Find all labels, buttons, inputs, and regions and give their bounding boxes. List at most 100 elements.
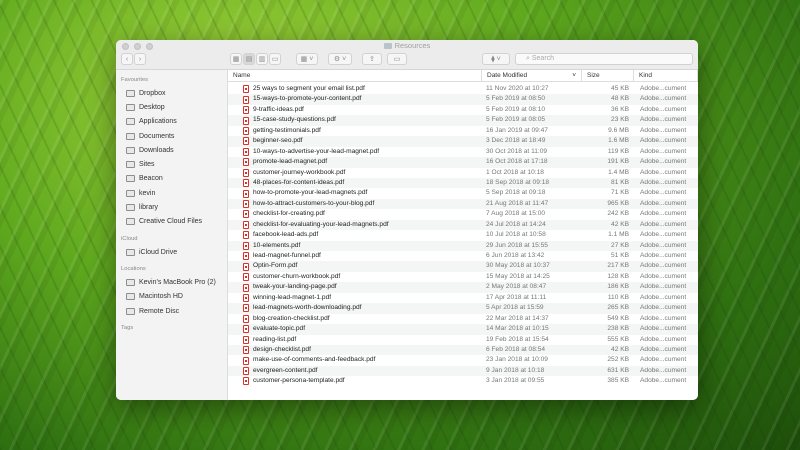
file-name-cell: facebook-lead-ads.pdf (228, 230, 482, 240)
file-row[interactable]: customer-persona-template.pdf 3 Jan 2018 … (228, 376, 698, 386)
file-name-cell: evergreen-content.pdf (228, 366, 482, 376)
date-modified: 18 Sep 2018 at 09:18 (486, 178, 550, 186)
file-row[interactable]: make-use-of-comments-and-feedback.pdf 23 … (228, 355, 698, 365)
file-row[interactable]: beginner-seo.pdf 3 Dec 2018 at 18:49 1.6 M… (228, 136, 698, 147)
file-row[interactable]: checklist-for-evaluating-your-lead-magne… (228, 219, 698, 231)
file-row[interactable]: evaluate-topic.pdf 14 Mar 2018 at 10:15 23… (228, 324, 698, 335)
file-row[interactable]: reading-list.pdf 19 Feb 2018 at 15:54 555 … (228, 335, 698, 345)
file-size: 71 KB (611, 189, 629, 197)
file-row[interactable]: winning-lead-magnet-1.pdf 17 Apr 2018 at … (228, 293, 698, 303)
file-row[interactable]: evergreen-content.pdf 9 Jan 2018 at 10:18… (228, 365, 698, 377)
file-name-cell: how-to-attract-customers-to-your-blog.pd… (228, 199, 482, 209)
file-row[interactable]: 9-traffic-ideas.pdf 5 Feb 2019 at 08:10 36… (228, 105, 698, 115)
column-view-button[interactable]: ▥ (256, 53, 268, 65)
file-row[interactable]: 10-ways-to-advertise-your-lead-magnet.pd… (228, 147, 698, 157)
file-name-cell: beginner-seo.pdf (228, 136, 482, 146)
tags-button[interactable]: ▭ (387, 53, 407, 65)
file-row[interactable]: 10-elements.pdf 29 Jun 2018 at 15:55 27 KB… (228, 240, 698, 251)
file-row[interactable]: 15-ways-to-promote-your-content.pdf 5 Feb… (228, 94, 698, 105)
group-button[interactable]: ▦ ˅ (296, 53, 318, 65)
dropbox-button[interactable]: ⧫ ˅ (482, 53, 510, 65)
sidebar-item-downloads[interactable]: Downloads (116, 143, 227, 157)
pdf-file-icon (243, 283, 249, 292)
file-rows: 25 ways to segment your email list.pdf 11… (228, 82, 698, 387)
icon-view-button[interactable]: ▦ (230, 53, 242, 65)
file-row[interactable]: customer-journey-workbook.pdf 1 Oct 2018 … (228, 168, 698, 178)
file-row[interactable]: tweak-your-landing-page.pdf 2 May 2018 at… (228, 282, 698, 293)
disk-icon (126, 293, 135, 301)
file-row[interactable]: lead-magnet-funnel.pdf 6 Jun 2018 at 13:4… (228, 251, 698, 261)
file-row[interactable]: how-to-attract-customers-to-your-blog.pd… (228, 198, 698, 210)
file-size: 965 KB (607, 199, 629, 207)
file-row[interactable]: Optin-Form.pdf 30 May 2018 at 10:37 217 KB… (228, 261, 698, 272)
sidebar-item-label: library (139, 204, 159, 212)
gallery-view-button[interactable]: ▭ (269, 53, 281, 65)
sidebar-item-label: Remote Disc (139, 307, 180, 315)
folder-icon (383, 43, 392, 49)
sidebar-item-documents[interactable]: Documents (116, 129, 227, 143)
file-row[interactable]: promote-lead-magnet.pdf 16 Oct 2018 at 17… (228, 157, 698, 168)
window-title: Resources (116, 41, 698, 50)
date-modified: 29 Jun 2018 at 15:55 (486, 241, 548, 249)
file-kind: Adobe...cument (640, 283, 687, 291)
sidebar-item-beacon[interactable]: Beacon (116, 172, 227, 186)
back-button[interactable]: ‹ (121, 53, 133, 65)
sidebar-item-dropbox[interactable]: Dropbox (116, 86, 227, 100)
column-header-date-modified[interactable]: Date Modified ˅ (482, 70, 582, 81)
pdf-file-icon (243, 137, 249, 146)
file-kind: Adobe...cument (640, 210, 687, 218)
file-row[interactable]: how-to-promote-your-lead-magnets.pdf 5 Se… (228, 188, 698, 198)
sidebar-item-icloud-drive[interactable]: iCloud Drive (116, 245, 227, 259)
sidebar-item-label: Sites (139, 161, 155, 169)
file-row[interactable]: 25 ways to segment your email list.pdf 11… (228, 84, 698, 94)
file-row[interactable]: checklist-for-creating.pdf 7 Aug 2018 at … (228, 209, 698, 219)
pdf-file-icon (243, 168, 249, 177)
file-name: winning-lead-magnet-1.pdf (253, 293, 332, 301)
date-modified: 17 Apr 2018 at 11:11 (486, 293, 547, 301)
file-row[interactable]: getting-testimonials.pdf 16 Jan 2019 at 0… (228, 126, 698, 136)
file-row[interactable]: 48-places-for-content-ideas.pdf 18 Sep 20… (228, 177, 698, 189)
file-size: 27 KB (611, 241, 629, 249)
sidebar-item-macintosh-hd[interactable]: Macintosh HD (116, 290, 227, 304)
pdf-file-icon (243, 210, 249, 219)
file-name-cell: tweak-your-landing-page.pdf (228, 282, 482, 292)
file-name: 15-ways-to-promote-your-content.pdf (253, 95, 362, 103)
file-size: 23 KB (611, 116, 629, 124)
column-header-size[interactable]: Size (582, 70, 634, 81)
file-name-cell: reading-list.pdf (228, 335, 482, 345)
file-row[interactable]: 15-case-study-questions.pdf 5 Feb 2019 at… (228, 115, 698, 126)
file-row[interactable]: customer-churn-workbook.pdf 15 May 2018 a… (228, 272, 698, 282)
column-header-kind[interactable]: Kind (634, 70, 698, 81)
sidebar-item-kevin[interactable]: kevin (116, 186, 227, 200)
file-name: evergreen-content.pdf (253, 366, 318, 374)
file-size: 48 KB (611, 95, 629, 103)
list-view-button[interactable]: ▤ (243, 53, 255, 65)
search-input[interactable]: ⌕ Search (515, 53, 693, 65)
file-row[interactable]: design-checklist.pdf 6 Feb 2018 at 08:54 4… (228, 344, 698, 356)
sidebar-item-kevin-s-macbook-pro-2-[interactable]: Kevin's MacBook Pro (2) (116, 275, 227, 289)
pdf-file-icon (243, 179, 249, 188)
column-header-name[interactable]: Name (228, 70, 482, 81)
file-name-cell: 25 ways to segment your email list.pdf (228, 84, 482, 94)
share-button[interactable]: ⇪ (362, 53, 382, 65)
pdf-file-icon (243, 377, 249, 386)
sidebar-item-library[interactable]: library (116, 200, 227, 214)
forward-button[interactable]: › (134, 53, 146, 65)
file-row[interactable]: lead-magnets-worth-downloading.pdf 5 Apr … (228, 303, 698, 314)
sidebar-item-applications[interactable]: Applications (116, 115, 227, 129)
file-size: 385 KB (607, 377, 629, 385)
sidebar-item-creative-cloud-files[interactable]: Creative Cloud Files (116, 215, 227, 229)
file-name: checklist-for-evaluating-your-lead-magne… (253, 220, 389, 228)
sidebar-item-desktop[interactable]: Desktop (116, 100, 227, 114)
file-row[interactable]: facebook-lead-ads.pdf 10 Jul 2018 at 10:5… (228, 230, 698, 240)
sidebar-item-remote-disc[interactable]: Remote Disc (116, 304, 227, 318)
sidebar-item-sites[interactable]: Sites (116, 157, 227, 171)
file-name: lead-magnets-worth-downloading.pdf (253, 304, 362, 312)
file-name: reading-list.pdf (253, 335, 297, 343)
action-gear-button[interactable]: ⚙ ˅ (328, 53, 352, 65)
date-modified: 7 Aug 2018 at 15:00 (486, 210, 546, 218)
file-row[interactable]: blog-creation-checklist.pdf 22 Mar 2018 a… (228, 314, 698, 324)
file-kind: Adobe...cument (640, 126, 687, 134)
file-size: 631 KB (607, 366, 629, 374)
date-modified: 5 Sep 2018 at 09:18 (486, 189, 546, 197)
